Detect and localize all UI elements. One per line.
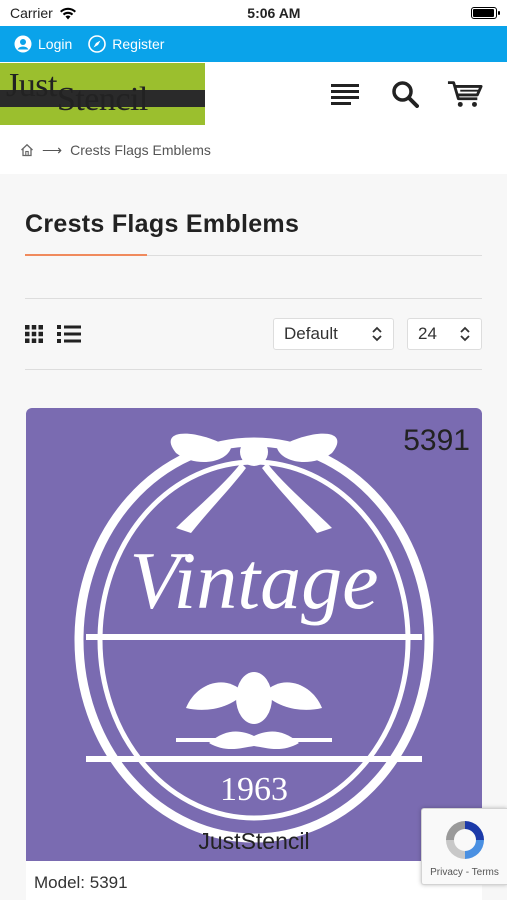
product-watermark: JustStencil xyxy=(198,828,310,854)
logo-text-stencil: Stencil xyxy=(56,81,148,118)
top-bar: Login Register xyxy=(0,26,507,62)
grid-view-icon[interactable] xyxy=(25,325,43,343)
site-logo[interactable]: JustStencil xyxy=(0,63,205,125)
status-left: Carrier xyxy=(10,5,77,21)
page-title: Crests Flags Emblems xyxy=(25,210,300,238)
sort-select[interactable]: Default xyxy=(273,318,394,350)
stencil-artwork: Vintage 1963 xyxy=(74,433,434,843)
product-toolbar: Default 24 xyxy=(25,298,482,370)
title-divider xyxy=(25,254,482,256)
breadcrumb-arrow: ⟶ xyxy=(42,141,63,158)
home-icon[interactable] xyxy=(20,143,34,157)
site-header: JustStencil xyxy=(0,62,507,126)
logo-text-just: Just xyxy=(6,67,57,104)
breadcrumb: ⟶ Crests Flags Emblems xyxy=(0,126,507,174)
carrier-label: Carrier xyxy=(10,5,53,21)
battery-fill xyxy=(472,9,494,17)
menu-button[interactable] xyxy=(327,76,363,112)
title-accent-line xyxy=(25,254,147,256)
recaptcha-terms-link[interactable]: Terms xyxy=(472,867,499,878)
limit-select[interactable]: 24 xyxy=(407,318,482,350)
recaptcha-privacy-link[interactable]: Privacy xyxy=(430,867,463,878)
wifi-icon xyxy=(59,7,76,19)
battery-icon xyxy=(470,7,500,19)
menu-icon xyxy=(331,84,359,105)
product-image[interactable]: 5391 Vintage 1963 JustStencil xyxy=(26,408,482,861)
cart-icon xyxy=(447,81,483,107)
recaptcha-badge[interactable]: Privacy - Terms xyxy=(421,808,507,885)
list-view-icon[interactable] xyxy=(57,325,81,343)
recaptcha-links: Privacy - Terms xyxy=(422,867,507,878)
limit-select-value: 24 xyxy=(418,324,437,343)
product-card: 5391 Vintage 1963 JustStencil Model: 539… xyxy=(26,408,482,900)
logo-text: JustStencil xyxy=(6,67,148,118)
register-label: Register xyxy=(112,36,165,52)
login-link[interactable]: Login xyxy=(14,35,72,53)
cart-button[interactable] xyxy=(447,76,483,112)
product-model: Model: 5391 xyxy=(34,873,128,892)
compass-icon xyxy=(88,35,107,53)
search-button[interactable] xyxy=(387,76,423,112)
stencil-word: Vintage xyxy=(130,535,379,626)
sort-chevron-icon xyxy=(372,326,382,342)
limit-chevron-icon xyxy=(460,326,470,342)
user-icon xyxy=(14,35,32,53)
search-icon xyxy=(392,81,419,108)
header-icons xyxy=(327,76,483,112)
status-time: 5:06 AM xyxy=(247,5,301,21)
page-title-section: Crests Flags Emblems xyxy=(0,174,507,256)
stencil-year: 1963 xyxy=(220,771,288,808)
toolbar-selects: Default 24 xyxy=(273,318,482,350)
login-label: Login xyxy=(38,36,73,52)
status-bar: Carrier 5:06 AM xyxy=(0,0,507,26)
view-toggles xyxy=(25,325,81,343)
register-link[interactable]: Register xyxy=(88,35,164,53)
recaptcha-separator: - xyxy=(462,867,472,878)
sort-select-value: Default xyxy=(284,324,338,343)
breadcrumb-current[interactable]: Crests Flags Emblems xyxy=(70,142,211,158)
recaptcha-icon xyxy=(446,821,484,859)
